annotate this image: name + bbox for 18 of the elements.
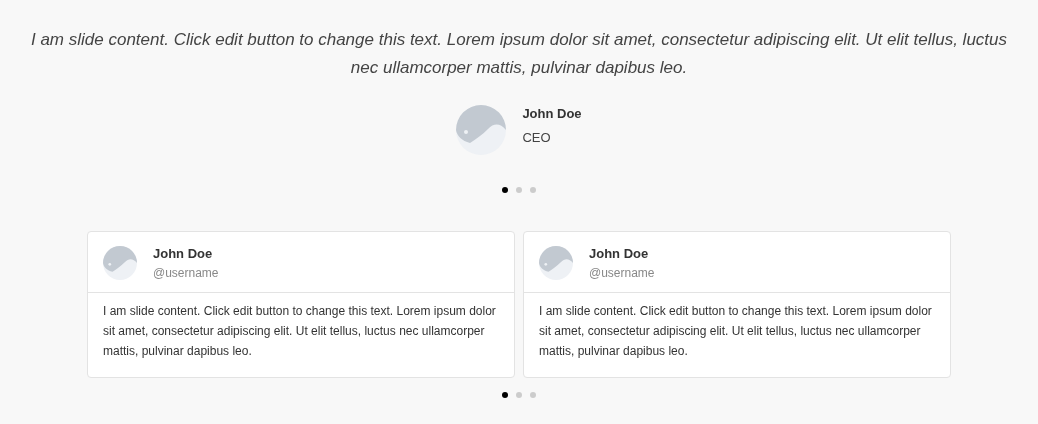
avatar-icon xyxy=(539,245,573,280)
username: @username xyxy=(589,264,655,282)
pagination-dot[interactable] xyxy=(530,391,536,398)
pagination-dot[interactable] xyxy=(502,187,508,193)
username: @username xyxy=(153,264,219,282)
pagination-dot[interactable] xyxy=(516,187,522,193)
card-text: I am slide content. Click edit button to change this text. Lorem ipsum dolor sit amet, consectetur adipiscing elit. Ut elit tellus, luctus nec ullamcorper mattis, pulvinar dapibus leo. xyxy=(102,302,497,360)
pagination-dot[interactable] xyxy=(502,391,508,398)
pagination-dot[interactable] xyxy=(516,391,522,398)
testimonial-quote: I am slide content. Click edit button to change this text. Lorem ipsum dolor sit amet, consectetur adipiscing elit. Ut elit tellus, luctus nec ullamcorper mattis, pulvinar dapibus leo. xyxy=(29,29,1009,79)
card-text: I am slide content. Click edit button to change this text. Lorem ipsum dolor sit amet, consectetur adipiscing elit. Ut elit tellus, luctus nec ullamcorper mattis, pulvinar dapibus leo. xyxy=(538,302,933,360)
pagination-dot[interactable] xyxy=(530,187,536,193)
avatar-icon xyxy=(103,245,137,280)
person-name: John Doe xyxy=(153,245,214,263)
avatar-icon xyxy=(456,104,507,155)
person-name: John Doe xyxy=(522,105,582,123)
person-title: CEO xyxy=(522,128,552,147)
person-name: John Doe xyxy=(589,245,650,263)
